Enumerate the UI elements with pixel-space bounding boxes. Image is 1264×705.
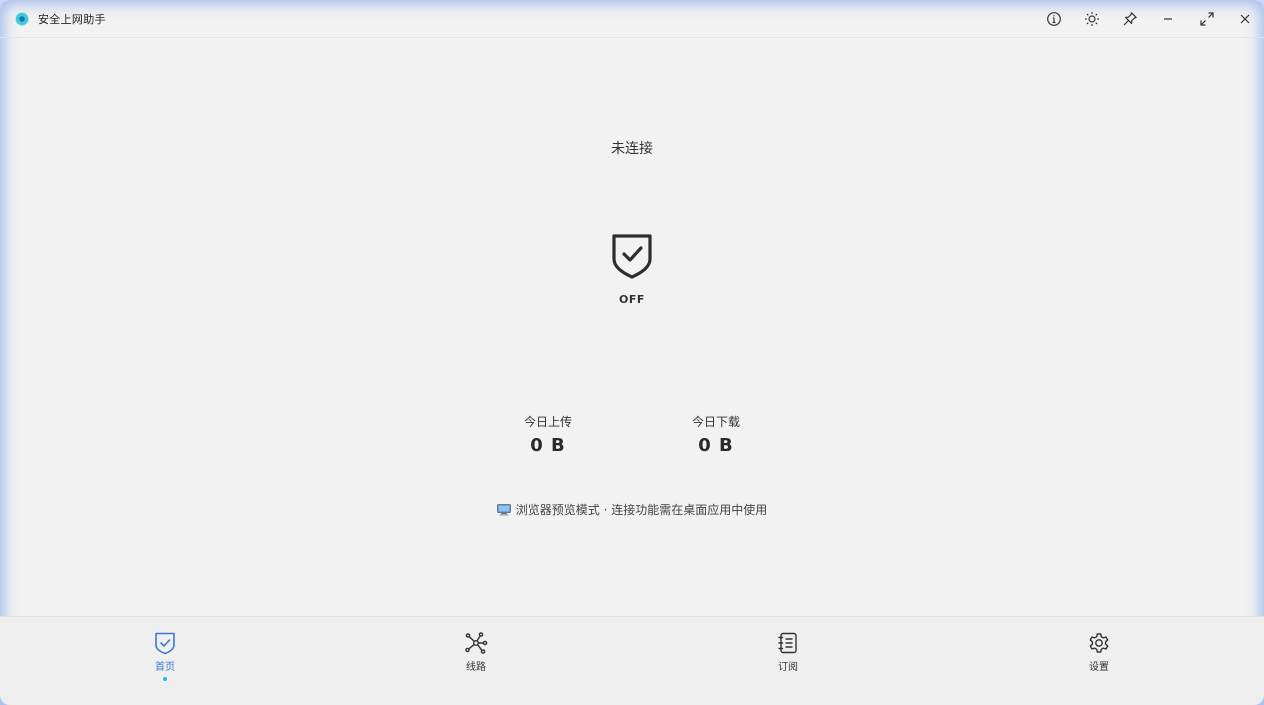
toggle-state-label: OFF	[619, 293, 645, 306]
nav-item-settings[interactable]: 设置	[1059, 631, 1139, 673]
download-stat: 今日下载 0 B	[661, 413, 771, 456]
shield-check-icon	[155, 632, 175, 655]
app-title: 安全上网助手	[38, 13, 106, 26]
upload-value: 0 B	[530, 435, 566, 456]
app-logo-icon	[15, 12, 29, 26]
download-label: 今日下载	[691, 415, 740, 429]
close-icon	[1240, 14, 1250, 24]
active-indicator	[163, 677, 167, 681]
pin-icon	[1123, 12, 1137, 26]
preview-notice: 浏览器预览模式 · 连接功能需在桌面应用中使用	[0, 501, 1264, 518]
notebook-icon	[778, 632, 797, 654]
info-icon	[1047, 12, 1061, 26]
maximize-button[interactable]	[1196, 8, 1218, 30]
network-icon	[465, 632, 488, 654]
app-window: 安全上网助手 未连接 OFF 今日上传 0 B 今日下载 0 B 浏览器预览模式…	[0, 0, 1264, 705]
title-bar: 安全上网助手	[0, 0, 1264, 38]
bottom-nav: 首页 线路 订阅 设置	[0, 616, 1264, 705]
computer-icon	[496, 503, 511, 516]
nav-item-routes[interactable]: 线路	[436, 631, 516, 673]
nav-item-subscriptions[interactable]: 订阅	[748, 631, 828, 673]
maximize-icon	[1200, 12, 1214, 26]
nav-label-routes: 线路	[466, 662, 486, 673]
sun-icon	[1085, 12, 1099, 26]
upload-stat: 今日上传 0 B	[493, 413, 603, 456]
upload-label: 今日上传	[523, 415, 572, 429]
close-button[interactable]	[1234, 8, 1256, 30]
nav-label-settings: 设置	[1089, 662, 1109, 673]
notice-text: 浏览器预览模式 · 连接功能需在桌面应用中使用	[515, 503, 768, 517]
minimize-button[interactable]	[1157, 8, 1179, 30]
connection-status: 未连接	[611, 141, 653, 157]
minimize-icon	[1164, 18, 1172, 20]
download-value: 0 B	[698, 435, 734, 456]
nav-label-subscriptions: 订阅	[778, 662, 798, 673]
connect-toggle-button[interactable]	[610, 232, 654, 280]
nav-item-home[interactable]: 首页	[125, 631, 205, 681]
theme-toggle-button[interactable]	[1081, 8, 1103, 30]
gear-icon	[1089, 633, 1109, 653]
about-button[interactable]	[1043, 8, 1065, 30]
nav-label-home: 首页	[155, 662, 175, 673]
pin-button[interactable]	[1119, 8, 1141, 30]
